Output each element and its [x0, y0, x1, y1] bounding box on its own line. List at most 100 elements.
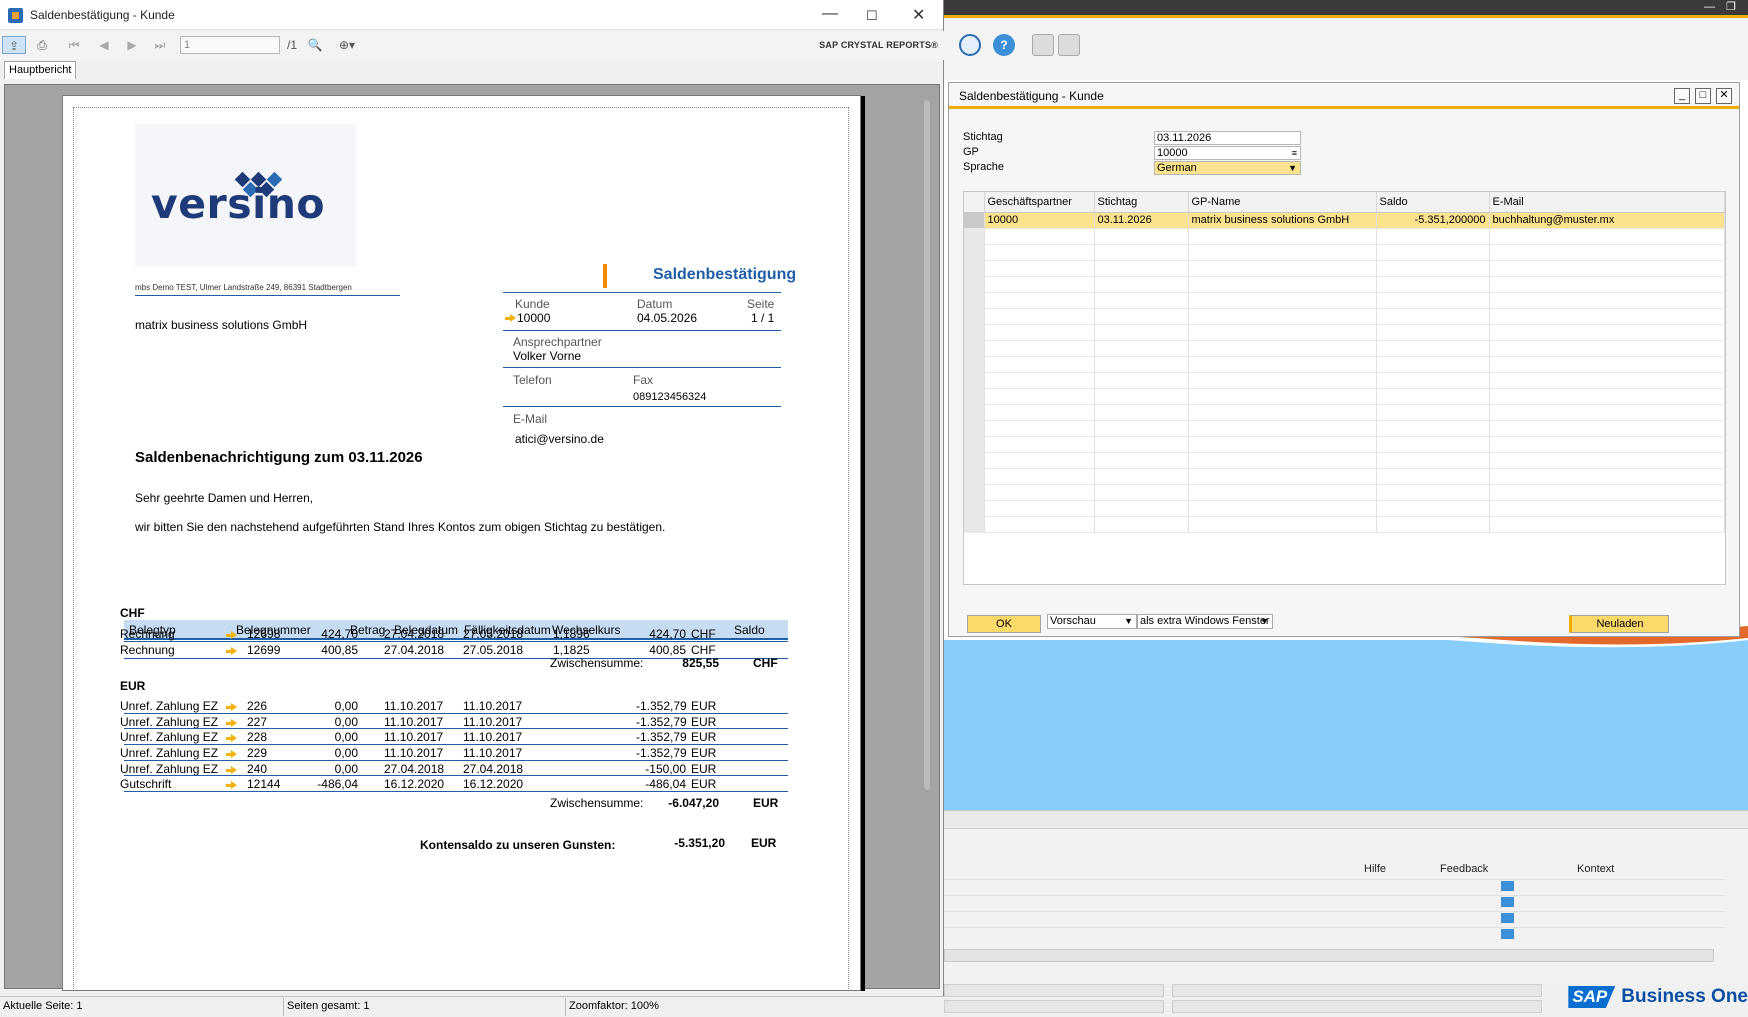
grid-cell[interactable] [1376, 260, 1490, 277]
grid-cell[interactable] [1376, 500, 1490, 517]
grid-cell[interactable] [1188, 276, 1377, 293]
grid-cell[interactable] [984, 372, 1095, 389]
grid-cell[interactable] [1188, 340, 1377, 357]
maximize-icon[interactable]: □ [1695, 88, 1711, 104]
row-selector[interactable] [964, 340, 985, 357]
row-selector[interactable] [964, 436, 985, 453]
grid-cell[interactable] [1188, 516, 1377, 533]
restore-icon[interactable]: ❐ [1726, 0, 1736, 14]
grid-cell[interactable] [1489, 228, 1725, 245]
grid-cell[interactable] [1489, 516, 1725, 533]
grid-cell[interactable] [1489, 356, 1725, 373]
grid-cell[interactable] [1094, 244, 1189, 261]
cell-gp-name[interactable]: matrix business solutions GmbH [1188, 212, 1377, 229]
tab-hauptbericht[interactable]: Hauptbericht [4, 61, 77, 79]
grid-cell[interactable] [1094, 372, 1189, 389]
cell-stichtag[interactable]: 03.11.2026 [1094, 212, 1189, 229]
grid-row[interactable]: 10000 03.11.2026 matrix business solutio… [964, 212, 1725, 229]
minimize-icon[interactable]: — [822, 5, 838, 23]
row-selector[interactable] [964, 452, 985, 469]
grid-cell[interactable] [984, 308, 1095, 325]
help-icon[interactable]: ? [993, 34, 1015, 56]
row-selector[interactable] [964, 500, 985, 517]
grid-cell[interactable] [1489, 388, 1725, 405]
grid-cell[interactable] [1188, 468, 1377, 485]
neuladen-button[interactable]: Neuladen [1569, 615, 1669, 633]
grid-cell[interactable] [1489, 404, 1725, 421]
row-selector[interactable] [964, 420, 985, 437]
grid-cell[interactable] [1376, 436, 1490, 453]
grid-row-empty[interactable] [964, 436, 1725, 453]
grid-cell[interactable] [1094, 484, 1189, 501]
grid-cell[interactable] [984, 468, 1095, 485]
grid-cell[interactable] [1188, 292, 1377, 309]
grid-row-empty[interactable] [964, 516, 1725, 533]
grid-cell[interactable] [984, 244, 1095, 261]
grid-row-empty[interactable] [964, 276, 1725, 293]
row-selector[interactable] [964, 260, 985, 277]
grid-cell[interactable] [984, 340, 1095, 357]
last-page-icon[interactable]: ⏭ [152, 36, 168, 54]
grid-cell[interactable] [1094, 468, 1189, 485]
print-icon[interactable]: ⎙ [32, 36, 52, 54]
row-selector[interactable] [964, 276, 985, 293]
ok-button[interactable]: OK [967, 615, 1041, 633]
grid-cell[interactable] [1094, 404, 1189, 421]
grid-cell[interactable] [1376, 372, 1490, 389]
grid-row-empty[interactable] [964, 468, 1725, 485]
grid-cell[interactable] [1188, 324, 1377, 341]
row-selector[interactable] [964, 356, 985, 373]
grid-row-empty[interactable] [964, 500, 1725, 517]
grid-cell[interactable] [1188, 500, 1377, 517]
grid-cell[interactable] [1188, 308, 1377, 325]
previous-page-icon[interactable]: ◀ [96, 36, 112, 54]
maximize-icon[interactable]: ☐ [866, 8, 878, 24]
list-icon[interactable]: ≡ [1292, 147, 1297, 159]
row-selector[interactable] [964, 388, 985, 405]
document-icon[interactable] [1032, 34, 1054, 56]
grid-cell[interactable] [1489, 436, 1725, 453]
grid-cell[interactable] [1094, 516, 1189, 533]
grid-cell[interactable] [1094, 292, 1189, 309]
grid-cell[interactable] [1376, 276, 1490, 293]
grid-cell[interactable] [1188, 228, 1377, 245]
sprache-select[interactable]: German ▼ [1154, 161, 1301, 175]
row-selector[interactable] [964, 212, 985, 229]
grid-cell[interactable] [1188, 388, 1377, 405]
grid-cell[interactable] [984, 356, 1095, 373]
gp-field[interactable]: 10000 ≡ [1154, 146, 1301, 160]
grid-row-empty[interactable] [964, 388, 1725, 405]
document-copy-icon[interactable] [1058, 34, 1080, 56]
minimize-icon[interactable]: — [1704, 0, 1715, 14]
cell-gp[interactable]: 10000 [984, 212, 1095, 229]
row-selector[interactable] [964, 468, 985, 485]
grid-cell[interactable] [1094, 436, 1189, 453]
page-number-input[interactable]: 1 [180, 36, 280, 54]
grid-row-empty[interactable] [964, 244, 1725, 261]
grid-row-empty[interactable] [964, 484, 1725, 501]
grid-cell[interactable] [1489, 484, 1725, 501]
first-page-icon[interactable]: ⏮ [66, 36, 82, 54]
grid-cell[interactable] [1188, 244, 1377, 261]
grid-row-empty[interactable] [964, 356, 1725, 373]
grid-cell[interactable] [1188, 436, 1377, 453]
grid-row-empty[interactable] [964, 340, 1725, 357]
grid-cell[interactable] [1376, 356, 1490, 373]
grid-cell[interactable] [984, 500, 1095, 517]
row-selector[interactable] [964, 324, 985, 341]
zoom-icon[interactable]: ⊕▾ [332, 36, 362, 54]
grid-row-empty[interactable] [964, 292, 1725, 309]
grid-cell[interactable] [1489, 372, 1725, 389]
grid-cell[interactable] [984, 452, 1095, 469]
row-selector[interactable] [964, 308, 985, 325]
grid-cell[interactable] [984, 420, 1095, 437]
grid-cell[interactable] [984, 436, 1095, 453]
chevron-down-icon[interactable]: ▼ [1124, 615, 1133, 628]
grid-cell[interactable] [1376, 452, 1490, 469]
grid-cell[interactable] [1094, 276, 1189, 293]
row-selector[interactable] [964, 372, 985, 389]
grid-cell[interactable] [984, 324, 1095, 341]
grid-cell[interactable] [1376, 244, 1490, 261]
grid-cell[interactable] [1094, 324, 1189, 341]
grid-row-empty[interactable] [964, 372, 1725, 389]
